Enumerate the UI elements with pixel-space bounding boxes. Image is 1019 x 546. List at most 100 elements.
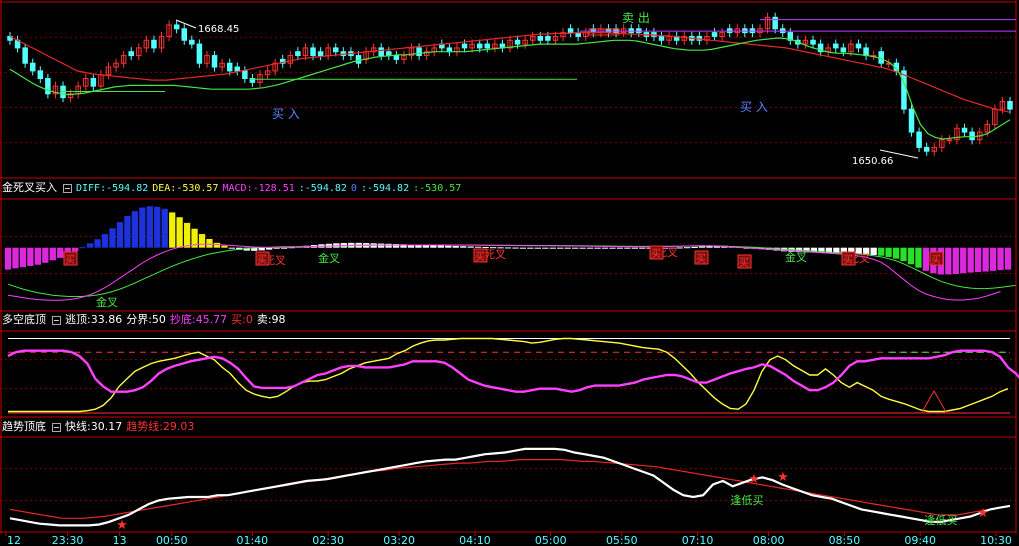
- trend-line-value: 趋势线:29.03: [126, 420, 195, 433]
- price-candle: [355, 55, 362, 64]
- macd-value: MACD:-128.51: [222, 183, 295, 194]
- price-candle: [211, 55, 218, 68]
- price-candle: [916, 131, 922, 148]
- price-candle: [295, 51, 301, 57]
- macd-histogram-bar: [161, 208, 168, 248]
- fast-line-value: 快线:30.17: [65, 420, 123, 433]
- chart-background: [0, 0, 1019, 546]
- price-candle: [151, 39, 157, 49]
- macd-histogram-bar: [989, 247, 997, 271]
- price-candle: [901, 70, 907, 110]
- divide-value: 分界:50: [126, 313, 166, 326]
- time-axis-label: 04:10: [459, 534, 491, 546]
- macd-histogram-bar: [213, 242, 221, 248]
- price-candle: [1007, 100, 1013, 110]
- macd-histogram-bar: [945, 247, 952, 275]
- macd-extra-value-4: :-530.57: [413, 183, 462, 194]
- price-candle: [878, 51, 884, 64]
- trend-star-marker: ★: [777, 470, 789, 485]
- macd-histogram-bar: [228, 247, 236, 249]
- macd-histogram-bar: [982, 247, 989, 272]
- price-candle: [393, 55, 400, 60]
- macd-cross-up-label: 金叉: [96, 295, 118, 309]
- price-candle: [863, 47, 869, 57]
- macd-histogram-bar: [512, 247, 519, 249]
- macd-histogram-bar: [42, 247, 49, 263]
- price-candle: [416, 47, 422, 57]
- price-candle: [908, 108, 915, 133]
- price-candle: [173, 24, 180, 30]
- macd-panel-collapse-icon[interactable]: [63, 183, 72, 193]
- price-candle: [461, 43, 468, 49]
- macd-buy-marker-label: 买: [739, 257, 749, 269]
- macd-histogram-bar: [527, 247, 534, 249]
- bullbear-panel-collapse-icon[interactable]: [52, 315, 61, 325]
- price-candle: [545, 35, 551, 41]
- macd-histogram-bar: [609, 247, 616, 249]
- macd-histogram-bar: [683, 247, 691, 249]
- escape-top-value: 逃顶:33.86: [65, 313, 123, 326]
- high-price-label: 1668.45: [198, 24, 239, 35]
- time-axis-label: 12: [7, 534, 21, 546]
- macd-histogram-bar: [907, 247, 915, 265]
- price-candle: [196, 43, 203, 64]
- low-buy-label: 逢低买: [731, 494, 764, 507]
- bullbear-panel-title: 多空底顶: [2, 313, 46, 326]
- macd-histogram-bar: [631, 247, 639, 249]
- price-candle: [90, 78, 97, 87]
- sell-value: 卖:98: [256, 313, 286, 326]
- time-axis-label: 05:50: [606, 534, 638, 546]
- macd-histogram-bar: [579, 247, 586, 249]
- macd-histogram-bar: [967, 247, 974, 273]
- price-candle: [45, 78, 51, 95]
- time-axis-label: 10:30: [980, 534, 1012, 546]
- time-axis-label: 13: [113, 534, 127, 546]
- macd-histogram-bar: [1004, 247, 1012, 270]
- macd-histogram-bar: [870, 247, 877, 255]
- macd-histogram-bar: [154, 206, 161, 248]
- macd-dea-value: DEA:-530.57: [152, 183, 219, 194]
- macd-histogram-bar: [557, 247, 564, 249]
- macd-histogram-bar: [49, 247, 56, 261]
- time-axis-label: 09:40: [904, 534, 936, 546]
- price-candle: [181, 28, 187, 41]
- macd-panel-header: 金死叉买入 DIFF:-594.82 DEA:-530.57 MACD:-128.51…: [2, 181, 465, 195]
- price-candle: [840, 47, 847, 53]
- macd-buy-marker-label: 买: [65, 254, 75, 266]
- price-candle: [37, 70, 44, 80]
- low-price-label: 1650.66: [852, 156, 893, 167]
- price-candle: [711, 32, 718, 37]
- price-candle: [772, 16, 778, 30]
- macd-histogram-bar: [12, 247, 19, 269]
- macd-histogram-bar: [542, 247, 549, 249]
- macd-histogram-bar: [437, 245, 444, 248]
- macd-histogram-bar: [72, 247, 79, 252]
- trend-star-marker: ★: [977, 506, 989, 521]
- macd-buy-marker-label: 买: [475, 251, 485, 263]
- price-candle: [29, 62, 36, 72]
- macd-histogram-bar: [952, 247, 959, 274]
- macd-histogram-bar: [206, 238, 213, 248]
- price-candle: [537, 35, 544, 41]
- macd-histogram-bar: [460, 246, 467, 248]
- macd-diff-value: DIFF:-594.82: [76, 183, 149, 194]
- macd-histogram-bar: [475, 246, 482, 248]
- price-candle: [658, 35, 665, 41]
- buy-signal-label: 买 入: [272, 107, 300, 121]
- macd-histogram-bar: [109, 228, 116, 248]
- macd-histogram-bar: [27, 247, 34, 266]
- trend-panel-collapse-icon[interactable]: [52, 422, 61, 432]
- macd-buy-marker-label: 买: [931, 254, 941, 266]
- macd-histogram-bar: [176, 217, 183, 248]
- price-candle: [833, 43, 839, 49]
- price-candle: [514, 39, 521, 45]
- macd-histogram-bar: [116, 222, 124, 248]
- price-candle: [923, 146, 930, 152]
- low-buy-label: 逢低买: [925, 514, 958, 527]
- time-axis-label: 08:50: [829, 534, 861, 546]
- price-candle: [128, 51, 134, 57]
- time-axis-label: 01:40: [236, 534, 268, 546]
- price-candle: [234, 66, 241, 72]
- macd-histogram-bar: [79, 247, 86, 249]
- macd-buy-marker-label: 买: [257, 254, 267, 266]
